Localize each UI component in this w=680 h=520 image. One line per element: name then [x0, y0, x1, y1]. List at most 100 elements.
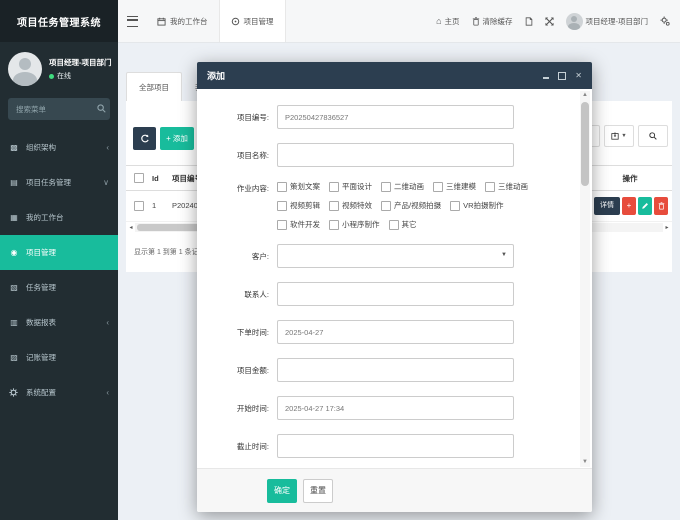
work-option[interactable]: 三维动画 [485, 181, 528, 192]
home-button[interactable]: ⌂ 主页 [436, 16, 459, 27]
scroll-right-arrow[interactable]: ▸ [663, 224, 671, 231]
scroll-left-arrow[interactable]: ◂ [127, 224, 135, 231]
work-option[interactable]: 策划文案 [277, 181, 320, 192]
search-input[interactable] [8, 98, 110, 120]
tab-label: 项目管理 [244, 16, 274, 27]
checkbox[interactable] [329, 182, 339, 192]
sidebar-item-reports[interactable]: ▥ 数据报表 ‹ [0, 305, 118, 340]
chevron-left-icon: ‹ [106, 388, 109, 397]
work-option[interactable]: 其它 [389, 219, 417, 230]
edit-button[interactable] [638, 197, 652, 215]
sidebar-item-project-mgmt[interactable]: ◉ 项目管理 [0, 235, 118, 270]
add-button[interactable]: +添加 [160, 127, 194, 150]
delete-button[interactable] [654, 197, 668, 215]
user-menu[interactable]: 项目经理-项目部门 [566, 13, 649, 30]
checkbox[interactable] [277, 182, 287, 192]
form-row-amount: 项目金额: [211, 358, 580, 382]
select-all-checkbox[interactable] [134, 173, 144, 183]
work-option[interactable]: 产品/视频拍摄 [381, 200, 441, 211]
gears-icon [660, 16, 670, 26]
settings-button[interactable] [660, 16, 670, 26]
reset-button[interactable]: 重置 [303, 479, 333, 503]
scrollbar-thumb[interactable] [581, 102, 589, 186]
dialog-footer: 确定 重置 [197, 468, 592, 512]
app-logo[interactable]: 项目任务管理系统 [0, 0, 118, 42]
clear-cache-button[interactable]: 清除缓存 [472, 16, 513, 27]
checkbox[interactable] [329, 201, 339, 211]
export-icon [611, 132, 619, 140]
contact-input[interactable] [277, 282, 514, 306]
project-code-input[interactable] [277, 105, 514, 129]
checkbox[interactable] [329, 220, 339, 230]
checkbox[interactable] [381, 201, 391, 211]
customer-select[interactable] [277, 244, 514, 268]
order-time-input[interactable] [277, 320, 514, 344]
checkbox[interactable] [485, 182, 495, 192]
sidebar-item-system-config[interactable]: 系统配置 ‹ [0, 375, 118, 410]
refresh-button[interactable] [133, 127, 156, 150]
checkbox[interactable] [389, 220, 399, 230]
work-option[interactable]: 平面设计 [329, 181, 372, 192]
amount-input[interactable] [277, 358, 514, 382]
scroll-up-arrow[interactable]: ▲ [580, 91, 590, 100]
document-button[interactable] [525, 17, 533, 26]
form-row-work-content: 作业内容: 策划文案 平面设计 二维动画 三维建模 三维动画 视频剪辑 视频特效… [211, 181, 580, 230]
dialog-title: 添加 [207, 69, 225, 82]
work-option[interactable]: 小程序制作 [329, 219, 380, 230]
confirm-button[interactable]: 确定 [267, 479, 297, 503]
work-option[interactable]: 二维动画 [381, 181, 424, 192]
minimize-button[interactable] [543, 71, 549, 81]
close-icon[interactable]: ✕ [575, 71, 582, 81]
sidebar-item-workbench[interactable]: ▦ 我的工作台 [0, 200, 118, 235]
caret-down-icon: ▼ [501, 252, 507, 258]
scroll-down-arrow[interactable]: ▼ [580, 458, 590, 467]
checkbox[interactable] [381, 182, 391, 192]
tab-all-projects[interactable]: 全部项目 [126, 72, 182, 102]
work-option[interactable]: 软件开发 [277, 219, 320, 230]
sidebar-item-accounting[interactable]: ▨ 记账管理 [0, 340, 118, 375]
user-status: 在线 [49, 71, 112, 81]
field-label: 项目编号: [211, 112, 277, 123]
user-name: 项目经理-项目部门 [49, 57, 112, 68]
sidebar-item-project-task-mgmt[interactable]: ▤ 项目任务管理 ∨ [0, 165, 118, 200]
sidebar-item-organization[interactable]: ▩ 组织架构 ‹ [0, 130, 118, 165]
fullscreen-button[interactable] [545, 17, 554, 26]
form-row-code: 项目编号: [211, 105, 580, 129]
search-toggle-button[interactable] [638, 125, 668, 147]
column-header-id[interactable]: Id [152, 174, 172, 183]
menu-toggle-button[interactable] [118, 16, 146, 27]
export-dropdown-button[interactable]: ▼ [604, 125, 634, 147]
form-row-contact: 联系人: [211, 282, 580, 306]
dialog-header[interactable]: 添加 ✕ [197, 62, 592, 89]
row-checkbox[interactable] [134, 201, 144, 211]
end-time-input[interactable] [277, 434, 514, 458]
field-label: 作业内容: [211, 181, 277, 194]
add-task-button[interactable]: + [622, 197, 636, 215]
chevron-left-icon: ‹ [106, 318, 109, 327]
work-option[interactable]: 三维建模 [433, 181, 476, 192]
chevron-left-icon: ‹ [106, 143, 109, 152]
field-label: 联系人: [211, 289, 277, 300]
sidebar-item-label: 组织架构 [26, 142, 56, 153]
field-label: 项目金额: [211, 365, 277, 376]
search-icon[interactable] [97, 104, 106, 113]
checkbox[interactable] [433, 182, 443, 192]
checkbox[interactable] [450, 201, 460, 211]
checkbox[interactable] [277, 201, 287, 211]
project-name-input[interactable] [277, 143, 514, 167]
work-option[interactable]: 视频特效 [329, 200, 372, 211]
form-row-customer: 客户: ▼ [211, 244, 580, 268]
work-option[interactable]: VR拍摄制作 [450, 200, 503, 211]
sidebar-item-label: 项目管理 [26, 247, 56, 258]
sidebar-search [8, 98, 110, 120]
checkbox[interactable] [277, 220, 287, 230]
row-id: 1 [152, 201, 172, 210]
tab-workbench[interactable]: 我的工作台 [146, 0, 219, 42]
detail-button[interactable]: 详情 [594, 197, 620, 215]
maximize-button[interactable] [558, 71, 566, 81]
sidebar-item-task-mgmt[interactable]: ▧ 任务管理 [0, 270, 118, 305]
dialog-scrollbar[interactable]: ▲ ▼ [580, 91, 590, 467]
work-option[interactable]: 视频剪辑 [277, 200, 320, 211]
tab-project-mgmt[interactable]: 项目管理 [219, 0, 286, 42]
start-time-input[interactable] [277, 396, 514, 420]
